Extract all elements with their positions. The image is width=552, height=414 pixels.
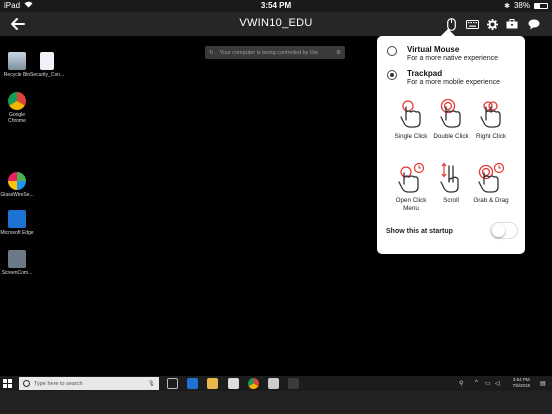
keyboard-icon [465,19,479,29]
task-view-icon[interactable] [167,378,178,389]
option-subtitle: For a more mobile experience [407,79,500,86]
battery-percent: 38% [513,1,530,10]
toggle-knob [492,224,505,237]
people-icon[interactable]: ⚲ [459,380,463,387]
control-notice-text: Your computer is being controlled by Ow [219,49,319,56]
notice-settings-icon[interactable]: ⚙ [336,50,341,56]
settings-taskbar-icon[interactable] [288,378,299,389]
gear-icon [486,18,498,30]
mouse-icon [446,17,456,31]
desktop-icon-recycle-bin[interactable]: Recycle Bin [0,52,34,78]
edge-taskbar-icon[interactable] [187,378,198,389]
status-time: 3:54 PM [260,1,292,10]
desktop-icon-edge[interactable]: Microsoft Edge [0,210,34,236]
desktop-icon-chrome[interactable]: Google Chrome [0,92,34,124]
taskbar-search-placeholder: Type here to search [34,380,83,387]
desktop-icon-label: Security_Con... [30,72,65,78]
windows-start-icon[interactable] [3,379,12,388]
notification-icon[interactable]: ▤ [540,380,546,387]
gesture-label: Single Click [394,133,428,140]
app-bottom-bar [0,391,552,414]
app-toolbar: VWIN10_EDU [0,12,552,36]
chat-icon [528,19,540,29]
taskbar-clock[interactable]: 3:54 PM 7/5/2018 [512,377,530,389]
settings-button[interactable] [484,16,500,32]
pdf-file-icon [40,52,54,70]
desktop-icon-security-con[interactable]: Security_Con... [30,52,64,78]
tray-chevron-icon[interactable]: ^ [475,380,478,386]
startup-label: Show this at startup [386,228,453,235]
cortana-circle-icon [23,380,30,387]
gesture-double-click: Double Click [429,98,473,141]
gesture-label: Right Click [475,133,507,140]
mouse-mode-popover: Virtual Mouse For a more native experien… [377,28,525,254]
chrome-icon [8,92,26,110]
keyboard-button[interactable] [464,16,480,32]
screenconnect-icon [8,250,26,268]
gesture-right-click: Right Click [469,98,513,141]
desktop-icon-glasswire[interactable]: GlassWireSe... [0,172,34,198]
mail-icon[interactable] [268,378,279,389]
single-click-icon [400,100,421,128]
taskbar-date: 7/5/2018 [512,383,530,388]
gesture-label: Grab & Drag [473,197,509,204]
store-icon[interactable] [228,378,239,389]
chat-button[interactable] [526,16,542,32]
startup-toggle[interactable] [490,222,518,239]
option-title: Virtual Mouse [407,45,460,54]
volume-icon[interactable]: ◁ [495,380,500,387]
option-title: Trackpad [407,69,443,78]
file-explorer-icon[interactable] [207,378,218,389]
ios-status-bar: iPad 3:54 PM ✱ 38% [0,0,552,12]
desktop-icon-label: Google Chrome [8,112,26,124]
desktop-icon-label: ScreenCom... [1,270,33,276]
gesture-scroll: Scroll [429,162,473,205]
gesture-label: Open Click Menu [395,197,427,212]
edge-icon [8,210,26,228]
taskbar-search[interactable]: Type here to search 🎙 [19,377,159,390]
double-click-icon [440,98,461,128]
desktop-icon-label: Recycle Bin [3,72,31,78]
desktop-icon-screencom[interactable]: ScreenCom... [0,250,34,276]
right-click-icon [480,101,501,128]
scroll-icon [440,162,459,193]
desktop-icon-label: GlassWireSe... [0,192,34,198]
bluetooth-icon: ✱ [504,2,510,10]
recycle-bin-icon [8,52,26,70]
gesture-label: Scroll [443,197,459,204]
open-click-menu-icon [398,162,425,193]
glasswire-icon [8,172,26,190]
battery-icon [534,2,548,9]
radio-trackpad[interactable] [387,70,397,80]
windows-taskbar: Type here to search 🎙 ⚲ ^ ▭ ◁ 3:54 PM 7/… [0,376,552,391]
network-icon[interactable]: ▭ [485,380,491,387]
microphone-icon[interactable]: 🎙 [148,381,155,387]
control-notice: ↻ Your computer is being controlled by O… [205,46,345,59]
toolbox-button[interactable] [504,16,520,32]
desktop-icon-label: Microsoft Edge [0,230,34,236]
gesture-label: Double Click [433,133,469,140]
gesture-open-click-menu: Open Click Menu [389,162,433,213]
chrome-taskbar-icon[interactable] [248,378,259,389]
grab-drag-icon [478,162,505,193]
toolbox-icon [506,19,518,29]
option-subtitle: For a more native experience [407,55,499,62]
gesture-single-click: Single Click [389,98,433,141]
gesture-grab-drag: Grab & Drag [469,162,513,205]
radio-virtual-mouse[interactable] [387,46,397,56]
refresh-icon: ↻ [209,49,214,56]
